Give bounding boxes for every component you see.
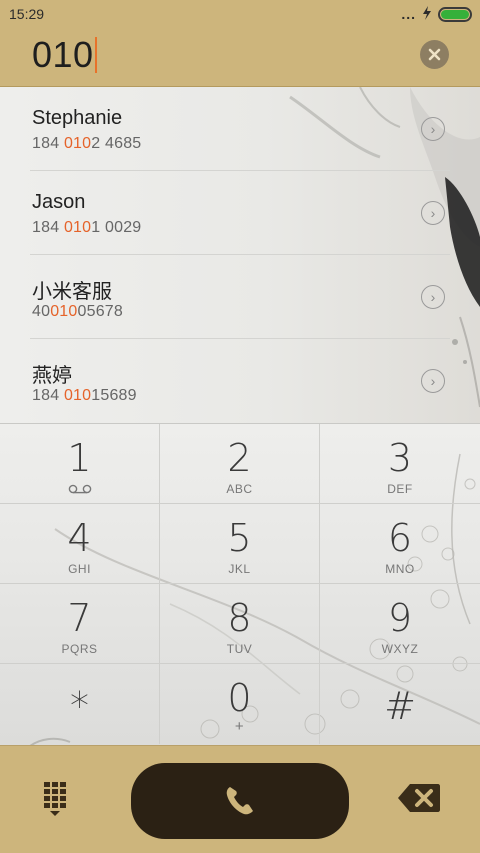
key-letters: MNO	[385, 562, 415, 576]
key-8[interactable]: 8 TUV	[160, 584, 320, 664]
key-digit: 9	[387, 596, 413, 640]
phone-icon	[226, 787, 253, 815]
contact-row[interactable]: 燕婷 184 01015689 ›	[0, 339, 480, 423]
keypad: 1 2 ABC 3 DEF 4 GHI 5 JKL 6 MNO 7 PQRS 8…	[0, 423, 480, 745]
key-letters: TUV	[226, 642, 253, 656]
number-suffix: 1 0029	[91, 219, 142, 236]
key-1[interactable]: 1	[0, 424, 160, 504]
chevron-right-icon[interactable]: ›	[421, 201, 445, 225]
key-letters: ABC	[226, 482, 253, 496]
contact-name: Jason	[32, 191, 86, 213]
contact-name: 小米客服	[32, 281, 112, 303]
number-prefix: 184	[32, 387, 64, 404]
key-digit: 1	[67, 436, 92, 480]
key-digit: 7	[67, 596, 92, 640]
number-prefix: 40	[32, 303, 51, 320]
contact-row[interactable]: Stephanie 184 0102 4685 ›	[0, 87, 480, 171]
key-hash[interactable]: #	[320, 664, 480, 744]
key-0[interactable]: 0 +	[160, 664, 320, 744]
key-letters: JKL	[228, 562, 251, 576]
number-prefix: 184	[32, 135, 64, 152]
status-time: 15:29	[9, 6, 45, 22]
contact-row[interactable]: Jason 184 0101 0029 ›	[0, 171, 480, 255]
key-9[interactable]: 9 WXYZ	[320, 584, 480, 664]
close-circle-icon[interactable]	[420, 40, 449, 69]
number-prefix: 184	[32, 219, 64, 236]
key-letters: PQRS	[61, 642, 98, 656]
contact-results-list: Stephanie 184 0102 4685 › Jason 184 0101…	[0, 87, 480, 423]
number-suffix: 05678	[77, 303, 123, 320]
number-suffix: 15689	[91, 387, 137, 404]
key-3[interactable]: 3 DEF	[320, 424, 480, 504]
charging-icon	[422, 5, 432, 23]
signal-dots: ...	[401, 6, 416, 22]
number-suffix: 2 4685	[91, 135, 142, 152]
number-match: 010	[63, 387, 92, 404]
header: 15:29 ... 010	[0, 0, 480, 87]
contact-row[interactable]: 小米客服 4001005678 ›	[0, 255, 480, 339]
dialpad-icon[interactable]	[40, 780, 80, 820]
chevron-right-icon[interactable]: ›	[421, 285, 445, 309]
key-digit: *	[70, 684, 89, 728]
battery-icon	[438, 6, 472, 22]
contact-number: 184 0102 4685	[32, 135, 141, 153]
number-match: 010	[63, 219, 92, 236]
contact-number: 184 01015689	[32, 387, 137, 405]
key-6[interactable]: 6 MNO	[320, 504, 480, 584]
key-digit: 6	[387, 516, 413, 560]
status-bar: 15:29 ...	[0, 0, 480, 28]
key-digit: 2	[227, 436, 252, 480]
dial-number-field[interactable]: 010	[32, 34, 97, 76]
chevron-right-icon[interactable]: ›	[421, 369, 445, 393]
key-letters: DEF	[387, 482, 413, 496]
number-match: 010	[63, 135, 92, 152]
key-digit: #	[384, 684, 416, 728]
key-letters: WXYZ	[381, 642, 419, 656]
key-digit: 4	[67, 516, 92, 560]
backspace-icon[interactable]	[398, 784, 440, 812]
text-caret	[94, 37, 97, 73]
dial-input-row: 010	[0, 28, 480, 86]
contact-number: 4001005678	[32, 303, 123, 321]
key-7[interactable]: 7 PQRS	[0, 584, 160, 664]
key-letters: GHI	[68, 562, 91, 576]
status-indicators: ...	[401, 5, 472, 23]
key-digit: 3	[387, 436, 413, 480]
key-digit: 5	[227, 516, 252, 560]
contact-name: 燕婷	[32, 365, 72, 387]
voicemail-icon	[68, 484, 92, 494]
call-button[interactable]	[131, 763, 349, 839]
key-digit: 0	[227, 676, 252, 720]
number-match: 010	[50, 303, 78, 320]
chevron-right-icon[interactable]: ›	[421, 117, 445, 141]
dial-number-text: 010	[32, 34, 94, 75]
contact-number: 184 0101 0029	[32, 219, 141, 237]
key-star[interactable]: *	[0, 664, 160, 744]
key-letters: +	[234, 718, 245, 735]
contact-name: Stephanie	[32, 107, 123, 129]
key-2[interactable]: 2 ABC	[160, 424, 320, 504]
key-4[interactable]: 4 GHI	[0, 504, 160, 584]
key-5[interactable]: 5 JKL	[160, 504, 320, 584]
key-digit: 8	[227, 596, 252, 640]
battery-level	[441, 9, 469, 19]
action-bar	[0, 745, 480, 853]
